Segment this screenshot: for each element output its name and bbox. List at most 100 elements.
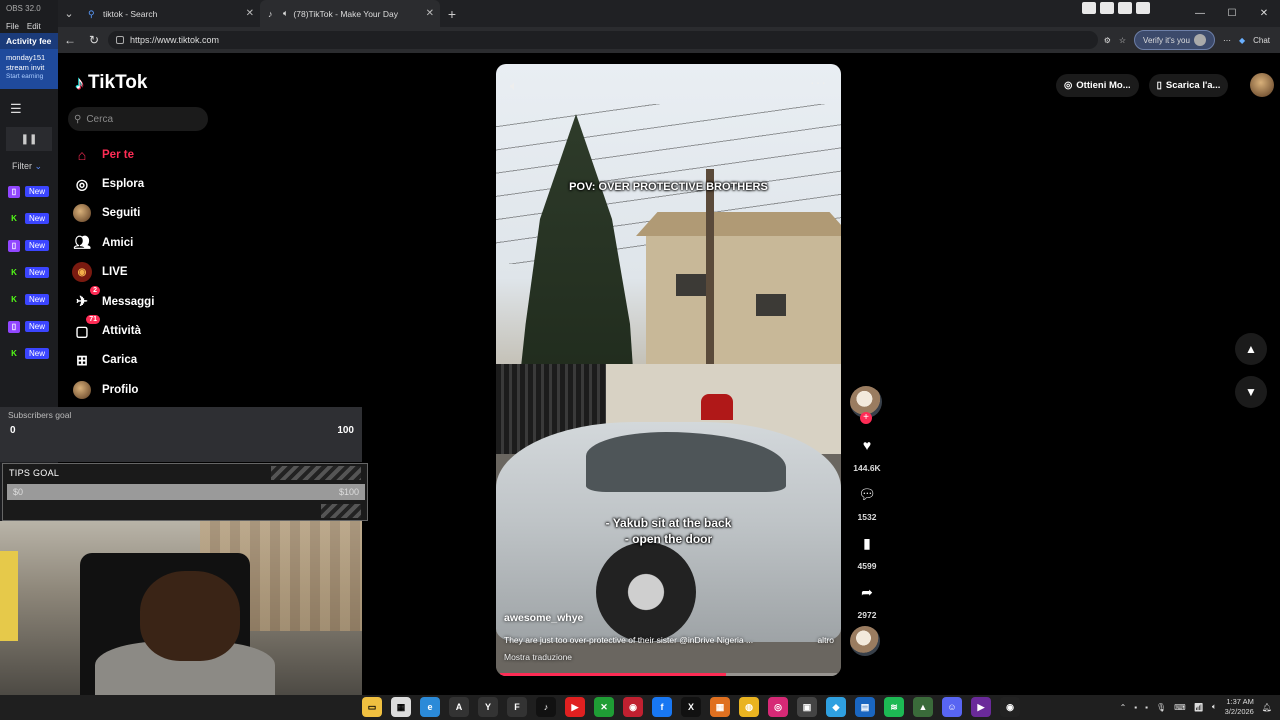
obs-icon[interactable]: ◉: [1000, 697, 1020, 717]
sidebar-item-messaggi[interactable]: ✈ 2 Messaggi: [72, 285, 154, 316]
verify-profile-button[interactable]: Verify it's you: [1134, 30, 1215, 50]
creator-avatar[interactable]: +: [850, 386, 882, 424]
volume-icon[interactable]: 🔈︎: [1212, 702, 1217, 712]
app-y-icon[interactable]: Y: [478, 697, 498, 717]
filter-dropdown[interactable]: Filter ⌄: [0, 155, 58, 178]
save-action[interactable]: ▮ 4599: [850, 528, 884, 572]
music-disc-icon[interactable]: [850, 626, 880, 656]
facebook-icon[interactable]: f: [652, 697, 672, 717]
sidebar-item-seguiti[interactable]: Seguiti: [72, 199, 154, 228]
app-green-icon[interactable]: ▲: [913, 697, 933, 717]
get-coins-button[interactable]: ◎ Ottieni Mo...: [1056, 73, 1139, 97]
share-icon[interactable]: ➦: [852, 577, 882, 607]
download-app-button[interactable]: ▯ Scarica l'a...: [1148, 73, 1229, 97]
app-orange-icon[interactable]: ▦: [710, 697, 730, 717]
more-icon[interactable]: ⋯: [1223, 36, 1231, 45]
extensions-icon[interactable]: ⚙: [1104, 36, 1111, 45]
obs-menu-edit[interactable]: Edit: [27, 22, 41, 31]
notification-icon[interactable]: 🔔︎: [1262, 703, 1272, 712]
tiktok-logo[interactable]: ♪ TikTok: [75, 72, 147, 94]
tab-tiktok-feed[interactable]: ♪ 🔈︎ (78)TikTok - Make Your Day ✕: [260, 0, 440, 27]
back-icon[interactable]: ←: [58, 33, 82, 47]
hamburger-menu-icon[interactable]: ☰: [0, 95, 58, 123]
close-tab-icon[interactable]: ✕: [246, 8, 254, 19]
camera-icon[interactable]: [1082, 2, 1096, 14]
activity-row[interactable]: ▯ New: [0, 178, 58, 205]
mute-icon[interactable]: 🔈︎: [510, 78, 518, 94]
site-info-icon[interactable]: [116, 36, 124, 44]
xbox-icon[interactable]: ✕: [594, 697, 614, 717]
discord-icon[interactable]: ☺: [942, 697, 962, 717]
activity-row[interactable]: K New: [0, 259, 58, 286]
sidebar-item-amici[interactable]: 👥︎ Amici: [72, 228, 154, 257]
tab-tiktok-search[interactable]: ⚲ tiktok - Search ✕: [80, 0, 260, 27]
app-outlook-icon[interactable]: ▤: [855, 697, 875, 717]
keyboard-icon[interactable]: ⌨: [1174, 703, 1186, 712]
sidebar-item-perte[interactable]: ⌂ Per te: [72, 140, 154, 169]
search-input[interactable]: ⚲ Cerca: [68, 107, 208, 131]
activity-row[interactable]: ▯ New: [0, 313, 58, 340]
spotify-icon[interactable]: ≋: [884, 697, 904, 717]
like-action[interactable]: ♥ 144.6K: [850, 430, 884, 473]
chevron-up-icon[interactable]: ⌃: [1120, 703, 1127, 712]
video-player[interactable]: 🔈︎ ··· POV: OVER PROTECTIVE BROTHERS - Y…: [496, 64, 841, 676]
chat-button[interactable]: Chat: [1253, 36, 1270, 45]
video-icon[interactable]: [1100, 2, 1114, 14]
activity-row[interactable]: ▯ New: [0, 232, 58, 259]
window-icon[interactable]: [1118, 2, 1132, 14]
edge-icon[interactable]: e: [420, 697, 440, 717]
reload-icon[interactable]: ↻: [82, 33, 106, 47]
maximize-icon[interactable]: ☐: [1216, 8, 1248, 19]
microphone-icon[interactable]: 🎙︎: [1156, 703, 1166, 712]
wifi-icon[interactable]: 📶︎: [1194, 703, 1204, 712]
sidebar-item-attivit[interactable]: ▢ 71 Attività: [72, 315, 154, 345]
x-icon[interactable]: X: [681, 697, 701, 717]
chevron-up-icon[interactable]: ▲: [1235, 333, 1267, 365]
speaker-icon[interactable]: 🔈︎: [283, 8, 288, 19]
sidebar-item-carica[interactable]: ⊞ Carica: [72, 346, 154, 375]
url-field[interactable]: https://www.tiktok.com: [108, 31, 1098, 49]
activity-row[interactable]: K New: [0, 286, 58, 313]
tray-icon[interactable]: ▪: [1145, 703, 1148, 712]
pause-icon[interactable]: ❚❚: [6, 127, 52, 151]
sidebar-item-profilo[interactable]: Profilo: [72, 375, 154, 404]
app-red-icon[interactable]: ◉: [623, 697, 643, 717]
activity-row[interactable]: K New: [0, 340, 58, 367]
comment-action[interactable]: 💬︎ 1532: [850, 479, 884, 523]
copilot-icon[interactable]: ◆: [1239, 36, 1245, 45]
stream-invite-card[interactable]: monday151 stream invit Start earning: [0, 49, 58, 89]
minimize-icon[interactable]: —: [1184, 8, 1216, 19]
new-tab-icon[interactable]: +: [440, 6, 464, 22]
file-explorer-icon[interactable]: ▭: [362, 697, 382, 717]
video-progress-bar[interactable]: [500, 673, 837, 676]
more-options-icon[interactable]: ···: [810, 74, 827, 90]
more-link[interactable]: altro: [817, 635, 834, 645]
favorites-icon[interactable]: ☆: [1119, 36, 1126, 45]
app-a-icon[interactable]: A: [449, 697, 469, 717]
bookmark-icon[interactable]: ▮: [852, 528, 882, 558]
close-tab-icon[interactable]: ✕: [426, 8, 434, 19]
clock[interactable]: 1:37 AM 3/2/2026: [1225, 697, 1254, 717]
chevron-down-icon[interactable]: ▼: [1235, 376, 1267, 408]
close-window-icon[interactable]: ✕: [1248, 8, 1280, 19]
activity-row[interactable]: K New: [0, 205, 58, 232]
instagram-icon[interactable]: ◎: [768, 697, 788, 717]
sidebar-item-live[interactable]: ◉ LIVE: [72, 258, 154, 287]
chrome-icon[interactable]: ◍: [739, 697, 759, 717]
follow-plus-icon[interactable]: +: [860, 412, 872, 424]
youtube-icon[interactable]: ▶: [565, 697, 585, 717]
gear-icon[interactable]: [1136, 2, 1150, 14]
tab-list-dropdown-icon[interactable]: ⌄: [58, 0, 80, 27]
tiktok-app-icon[interactable]: ♪: [536, 697, 556, 717]
share-action[interactable]: ➦ 2972: [850, 577, 884, 621]
sidebar-item-esplora[interactable]: ◎ Esplora: [72, 169, 154, 198]
media-icon[interactable]: ▶: [971, 697, 991, 717]
obs-menu-file[interactable]: File: [6, 22, 19, 31]
app-f-icon[interactable]: F: [507, 697, 527, 717]
tray-icon[interactable]: ▪: [1134, 703, 1137, 712]
comment-icon[interactable]: 💬︎: [852, 479, 882, 509]
store-icon[interactable]: ▦: [391, 697, 411, 717]
video-author[interactable]: awesome_whye: [504, 612, 583, 624]
app-blue-icon[interactable]: ◆: [826, 697, 846, 717]
user-avatar[interactable]: [1250, 73, 1275, 97]
